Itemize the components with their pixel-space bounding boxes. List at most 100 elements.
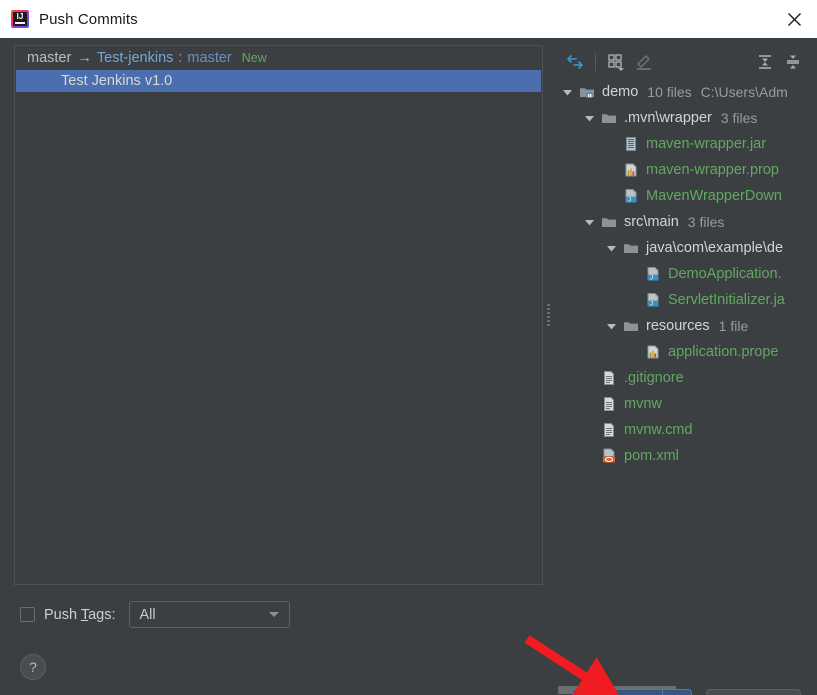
tree-node-file-count: 3 files xyxy=(721,110,758,126)
svg-text:J: J xyxy=(650,301,653,307)
chevron-down-icon xyxy=(562,87,573,98)
tree-node[interactable]: J ServletInitializer.ja xyxy=(553,287,817,313)
svg-text:J: J xyxy=(650,275,653,281)
tree-node[interactable]: mvnw.cmd xyxy=(553,417,817,443)
tree-node-file-count: 3 files xyxy=(688,214,725,230)
panel-splitter[interactable] xyxy=(544,45,553,585)
tree-node-label: maven-wrapper.prop xyxy=(646,162,779,178)
tree-node[interactable]: maven-wrapper.prop xyxy=(553,157,817,183)
tree-node-label: MavenWrapperDown xyxy=(646,188,782,204)
tags-scope-select[interactable]: All xyxy=(129,601,290,628)
java-file-icon: J xyxy=(643,292,663,308)
properties-file-icon xyxy=(621,162,641,178)
collapse-all-icon xyxy=(784,54,802,70)
tree-node-label: application.prope xyxy=(668,344,778,360)
help-button[interactable]: ? xyxy=(20,654,46,680)
tree-node[interactable]: src\main 3 files xyxy=(553,209,817,235)
tree-node-file-count: 1 file xyxy=(719,318,749,334)
tree-node-label: mvnw xyxy=(624,396,662,412)
cancel-button[interactable]: Cancel xyxy=(706,689,801,695)
tree-node[interactable]: J DemoApplication. xyxy=(553,261,817,287)
source-branch-label: master xyxy=(27,50,71,66)
separator-colon: : xyxy=(178,50,182,66)
tree-twisty-toggle[interactable] xyxy=(557,87,577,98)
tree-node[interactable]: .gitignore xyxy=(553,365,817,391)
svg-text:J: J xyxy=(628,197,631,203)
tree-twisty-toggle[interactable] xyxy=(579,113,599,124)
edit-source-button[interactable] xyxy=(630,49,658,75)
folder-icon xyxy=(621,240,641,256)
push-button-divider xyxy=(662,690,663,695)
close-button[interactable] xyxy=(771,0,817,38)
folder-icon xyxy=(621,318,641,334)
tree-node[interactable]: J MavenWrapperDown xyxy=(553,183,817,209)
maven-xml-file-icon xyxy=(599,448,619,464)
commit-message: Test Jenkins v1.0 xyxy=(61,73,172,89)
app-icon-letters: IJ xyxy=(10,12,30,21)
commits-panel[interactable]: master → Test-jenkins : master New Test … xyxy=(14,45,543,585)
java-file-icon: J xyxy=(643,266,663,282)
push-button[interactable]: Push xyxy=(572,689,692,695)
close-icon xyxy=(787,12,802,27)
tree-node[interactable]: application.prope xyxy=(553,339,817,365)
module-folder-icon xyxy=(577,84,597,100)
push-tags-text-pre: Push xyxy=(44,607,81,623)
tree-node-label: pom.xml xyxy=(624,448,679,464)
jar-file-icon xyxy=(621,136,641,152)
expand-all-button[interactable] xyxy=(751,49,779,75)
text-file-icon xyxy=(599,422,619,438)
remote-name-label: Test-jenkins xyxy=(97,50,174,66)
folder-icon xyxy=(599,214,619,230)
new-branch-badge: New xyxy=(242,51,267,65)
expand-all-icon xyxy=(756,54,774,70)
tree-node[interactable]: maven-wrapper.jar xyxy=(553,131,817,157)
chevron-down-icon xyxy=(269,612,279,617)
show-diff-button[interactable] xyxy=(561,49,589,75)
target-branch-label: master xyxy=(187,50,231,66)
properties-file-icon xyxy=(643,344,663,360)
repository-row[interactable]: master → Test-jenkins : master New xyxy=(15,46,542,70)
commit-list-item[interactable]: Test Jenkins v1.0 xyxy=(16,70,541,92)
dialog-content: master → Test-jenkins : master New Test … xyxy=(0,38,817,695)
tree-node[interactable]: .mvn\wrapper 3 files xyxy=(553,105,817,131)
group-by-icon xyxy=(607,53,625,71)
push-tags-text-post: ags: xyxy=(88,607,115,623)
text-file-icon xyxy=(599,370,619,386)
tree-node[interactable]: mvnw xyxy=(553,391,817,417)
folder-icon xyxy=(599,110,619,126)
text-file-icon xyxy=(599,396,619,412)
tree-twisty-toggle[interactable] xyxy=(579,217,599,228)
push-tags-label: Push Tags: xyxy=(44,607,116,623)
tree-node-label: ServletInitializer.ja xyxy=(668,292,785,308)
group-by-button[interactable] xyxy=(602,49,630,75)
tree-node-label: .mvn\wrapper xyxy=(624,110,712,126)
show-diff-icon xyxy=(566,54,584,70)
tree-node[interactable]: pom.xml xyxy=(553,443,817,469)
file-tree[interactable]: demo10 filesC:\Users\Adm .mvn\wrapper 3 fi… xyxy=(553,79,817,585)
chevron-down-icon xyxy=(606,243,617,254)
tree-twisty-toggle[interactable] xyxy=(601,321,621,332)
tree-node-label: DemoApplication. xyxy=(668,266,782,282)
tree-node[interactable]: demo10 filesC:\Users\Adm xyxy=(553,79,817,105)
changed-files-panel: demo10 filesC:\Users\Adm .mvn\wrapper 3 fi… xyxy=(553,45,817,585)
splitter-grip-icon xyxy=(547,304,550,326)
arrow-glyph-icon: → xyxy=(77,50,92,66)
tree-node-label: maven-wrapper.jar xyxy=(646,136,766,152)
intellij-idea-icon: IJ xyxy=(10,9,30,29)
chevron-down-icon xyxy=(606,321,617,332)
tree-node[interactable]: resources 1 file xyxy=(553,313,817,339)
tree-node-label: resources xyxy=(646,318,710,334)
window-title: Push Commits xyxy=(39,11,138,28)
push-tags-checkbox[interactable] xyxy=(20,607,35,622)
chevron-down-icon xyxy=(584,217,595,228)
collapse-all-button[interactable] xyxy=(779,49,807,75)
tree-toolbar xyxy=(553,45,817,79)
tree-node-label: java\com\example\de xyxy=(646,240,783,256)
window-titlebar: IJ Push Commits xyxy=(0,0,817,38)
tree-node-label: .gitignore xyxy=(624,370,684,386)
tree-node[interactable]: java\com\example\de xyxy=(553,235,817,261)
push-tags-mnemonic: T xyxy=(81,607,88,623)
tree-twisty-toggle[interactable] xyxy=(601,243,621,254)
edit-source-icon xyxy=(635,54,653,70)
tree-node-label: src\main xyxy=(624,214,679,230)
